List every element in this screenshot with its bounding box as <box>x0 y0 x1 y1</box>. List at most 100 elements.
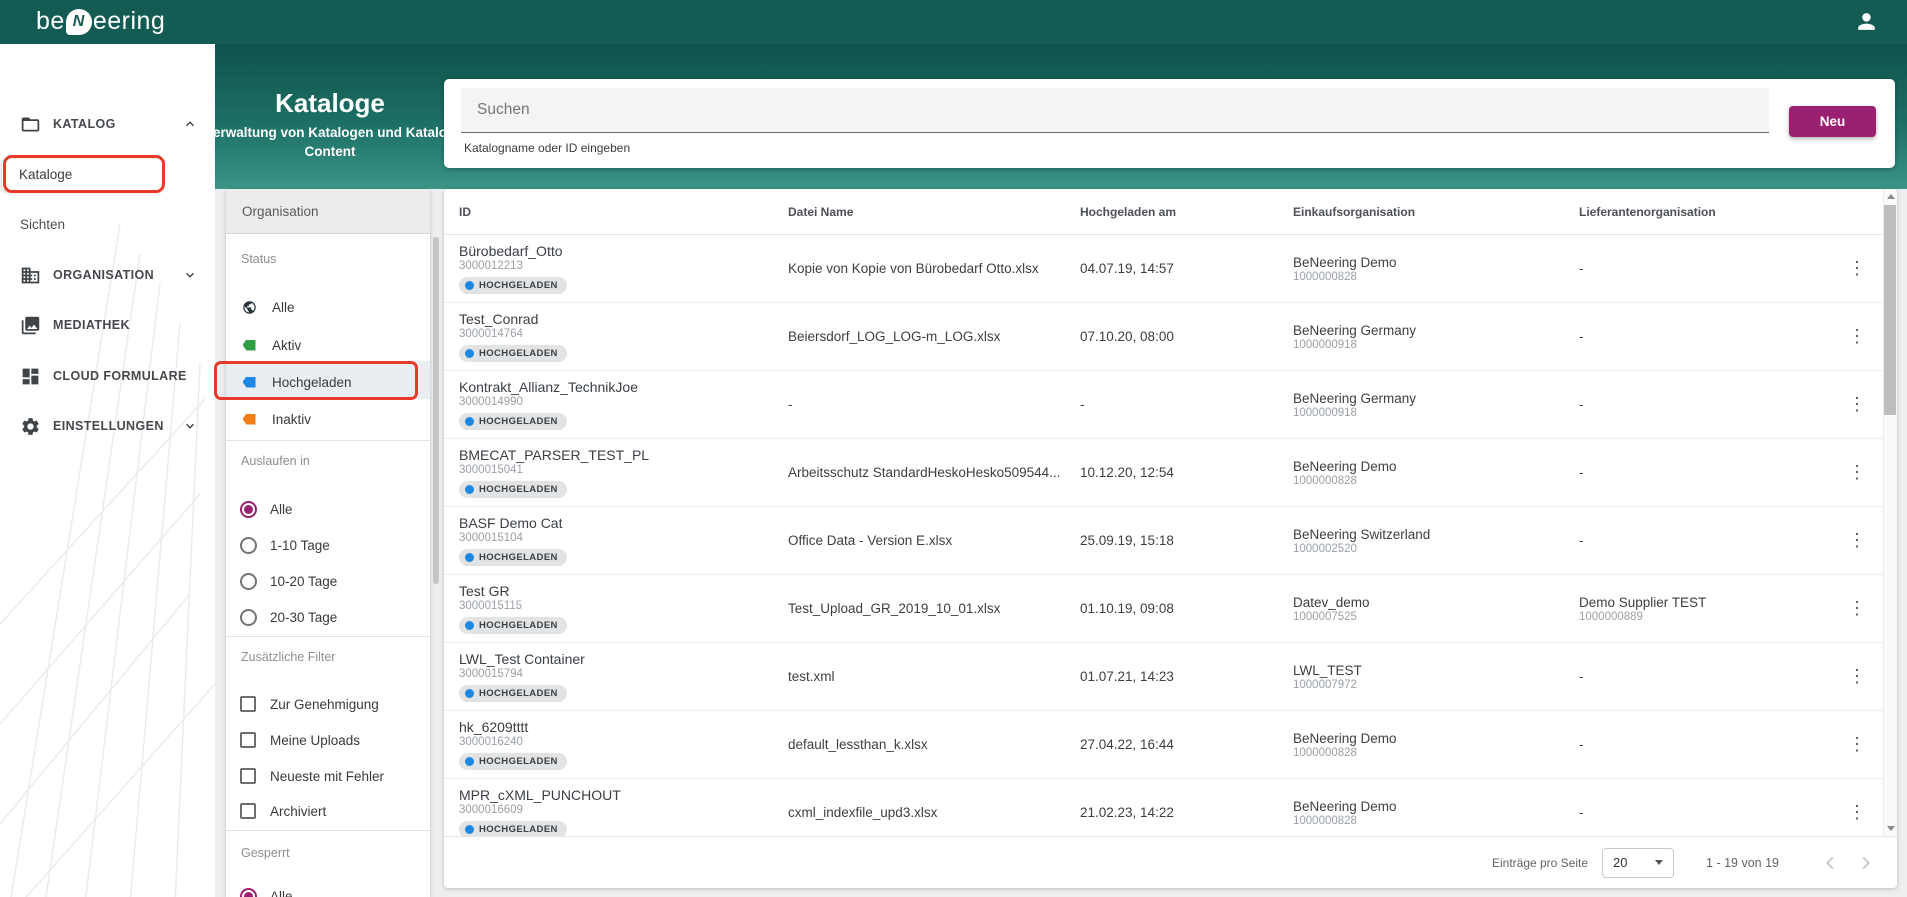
supplier-org-name: - <box>1579 533 1844 548</box>
catalog-table-card: ID Datei Name Hochgeladen am Einkaufsorg… <box>444 189 1897 888</box>
row-menu-button[interactable]: ⋮ <box>1844 327 1870 345</box>
row-menu-button[interactable]: ⋮ <box>1844 803 1870 821</box>
expire-filter-1-10[interactable]: 1-10 Tage <box>226 531 430 559</box>
table-row[interactable]: Bürobedarf_Otto 3000012213 HOCHGELADEN K… <box>444 235 1897 303</box>
row-menu-button[interactable]: ⋮ <box>1844 735 1870 753</box>
status-dot-icon <box>465 689 474 698</box>
radio-icon <box>240 573 257 590</box>
purchase-org-name: BeNeering Demo <box>1293 459 1579 474</box>
status-badge: HOCHGELADEN <box>459 753 567 770</box>
filter-neueste-mit-fehler[interactable]: Neueste mit Fehler <box>226 762 430 790</box>
sidebar-item-sichten[interactable]: Sichten <box>20 217 65 232</box>
sidebar-item-organisation[interactable]: ORGANISATION <box>0 257 215 293</box>
table-row[interactable]: Test GR 3000015115 HOCHGELADEN Test_Uplo… <box>444 575 1897 643</box>
scroll-up-arrow[interactable] <box>1884 190 1897 203</box>
file-name-cell: cxml_indexfile_upd3.xlsx <box>788 805 1080 820</box>
expire-filter-20-30[interactable]: 20-30 Tage <box>226 603 430 631</box>
row-menu-button[interactable]: ⋮ <box>1844 531 1870 549</box>
next-page-button[interactable] <box>1855 852 1877 874</box>
status-badge: HOCHGELADEN <box>459 821 567 838</box>
expire-filter-10-20[interactable]: 10-20 Tage <box>226 567 430 595</box>
new-catalog-button[interactable]: Neu <box>1789 106 1876 137</box>
sidebar-item-label: ORGANISATION <box>53 268 154 282</box>
row-menu-button[interactable]: ⋮ <box>1844 259 1870 277</box>
scroll-down-arrow[interactable] <box>1884 822 1897 835</box>
purchase-org-cell: BeNeering Demo 1000000828 <box>1293 799 1579 827</box>
divider <box>226 830 430 831</box>
user-account-icon[interactable] <box>1854 9 1879 34</box>
table-row[interactable]: Kontrakt_Allianz_TechnikJoe 3000014990 H… <box>444 371 1897 439</box>
table-row[interactable]: BASF Demo Cat 3000015104 HOCHGELADEN Off… <box>444 507 1897 575</box>
table-row[interactable]: Test_Conrad 3000014764 HOCHGELADEN Beier… <box>444 303 1897 371</box>
checkbox-label: Meine Uploads <box>270 733 360 748</box>
catalog-name: Test_Conrad <box>459 311 788 327</box>
sidebar-item-mediathek[interactable]: MEDIATHEK <box>0 307 215 343</box>
purchase-org-id: 1000000828 <box>1293 271 1579 283</box>
expire-filter-alle[interactable]: Alle <box>226 495 430 523</box>
prev-page-button[interactable] <box>1819 852 1841 874</box>
building-icon <box>20 265 41 286</box>
catalog-number: 3000015794 <box>459 668 788 680</box>
table-row[interactable]: LWL_Test Container 3000015794 HOCHGELADE… <box>444 643 1897 711</box>
supplier-org-cell: - <box>1579 805 1844 821</box>
supplier-org-name: - <box>1579 737 1844 752</box>
table-row[interactable]: hk_6209tttt 3000016240 HOCHGELADEN defau… <box>444 711 1897 779</box>
status-dot-icon <box>465 825 474 834</box>
table-scrollbar[interactable] <box>1883 189 1897 836</box>
uploaded-at-cell: 21.02.23, 14:22 <box>1080 805 1293 820</box>
catalog-id-cell: MPR_cXML_PUNCHOUT 3000016609 HOCHGELADEN <box>459 787 788 839</box>
status-filter-inaktiv[interactable]: Inaktiv <box>226 405 430 433</box>
catalog-number: 3000016240 <box>459 736 788 748</box>
per-page-label: Einträge pro Seite <box>1492 856 1588 870</box>
filter-zur-genehmigung[interactable]: Zur Genehmigung <box>226 690 430 718</box>
sidebar-item-kataloge[interactable]: Kataloge <box>2 159 162 190</box>
sidebar-item-label: Kataloge <box>19 167 72 182</box>
supplier-org-cell: - <box>1579 737 1844 753</box>
sidebar-item-label: KATALOG <box>53 117 116 131</box>
expire-section-label: Auslaufen in <box>241 454 310 468</box>
filter-meine-uploads[interactable]: Meine Uploads <box>226 726 430 754</box>
table-row[interactable]: BMECAT_PARSER_TEST_PL 3000015041 HOCHGEL… <box>444 439 1897 507</box>
supplier-org-name: - <box>1579 397 1844 412</box>
checkbox-icon <box>240 696 256 712</box>
supplier-org-id: 1000000889 <box>1579 611 1844 623</box>
catalog-name: MPR_cXML_PUNCHOUT <box>459 787 788 803</box>
status-filter-alle[interactable]: Alle <box>226 293 430 321</box>
sidebar-item-einstellungen[interactable]: EINSTELLUNGEN <box>0 408 215 444</box>
purchase-org-cell: BeNeering Germany 1000000918 <box>1293 391 1579 419</box>
expire-option-label: 20-30 Tage <box>270 610 337 625</box>
catalog-name: Kontrakt_Allianz_TechnikJoe <box>459 379 788 395</box>
row-menu-button[interactable]: ⋮ <box>1844 667 1870 685</box>
row-menu-button[interactable]: ⋮ <box>1844 395 1870 413</box>
catalog-id-cell: Test GR 3000015115 HOCHGELADEN <box>459 583 788 635</box>
status-filter-hochgeladen[interactable]: Hochgeladen <box>226 368 430 396</box>
status-badge: HOCHGELADEN <box>459 549 567 566</box>
search-input[interactable]: Suchen <box>461 88 1769 133</box>
file-name-cell: Office Data - Version E.xlsx <box>788 533 1080 548</box>
status-option-label: Alle <box>272 300 295 315</box>
tag-icon-inaktiv <box>240 414 258 425</box>
locked-filter-alle[interactable]: Alle <box>226 882 430 897</box>
table-scrollbar-thumb[interactable] <box>1884 205 1896 415</box>
organisation-filter-select[interactable]: Organisation <box>226 189 430 234</box>
status-badge: HOCHGELADEN <box>459 685 567 702</box>
purchase-org-name: BeNeering Switzerland <box>1293 527 1579 542</box>
filter-archiviert[interactable]: Archiviert <box>226 797 430 825</box>
chevron-down-icon <box>183 419 197 433</box>
file-name-cell: Beiersdorf_LOG_LOG-m_LOG.xlsx <box>788 329 1080 344</box>
row-menu-button[interactable]: ⋮ <box>1844 463 1870 481</box>
brand-logo[interactable]: beNeering <box>36 7 165 36</box>
uploaded-at-cell: 04.07.19, 14:57 <box>1080 261 1293 276</box>
catalog-number: 3000015104 <box>459 532 788 544</box>
search-placeholder: Suchen <box>477 101 530 119</box>
per-page-select[interactable]: 20 <box>1602 848 1674 878</box>
sidebar-item-katalog[interactable]: KATALOG <box>0 106 215 142</box>
catalog-name: BASF Demo Cat <box>459 515 788 531</box>
row-menu-button[interactable]: ⋮ <box>1844 599 1870 617</box>
filter-scrollbar-thumb[interactable] <box>433 237 439 584</box>
status-filter-aktiv[interactable]: Aktiv <box>226 331 430 359</box>
catalog-number: 3000014764 <box>459 328 788 340</box>
purchase-org-cell: BeNeering Demo 1000000828 <box>1293 255 1579 283</box>
uploaded-at-cell: 01.10.19, 09:08 <box>1080 601 1293 616</box>
sidebar-item-cloud-formulare[interactable]: CLOUD FORMULARE <box>0 358 215 394</box>
